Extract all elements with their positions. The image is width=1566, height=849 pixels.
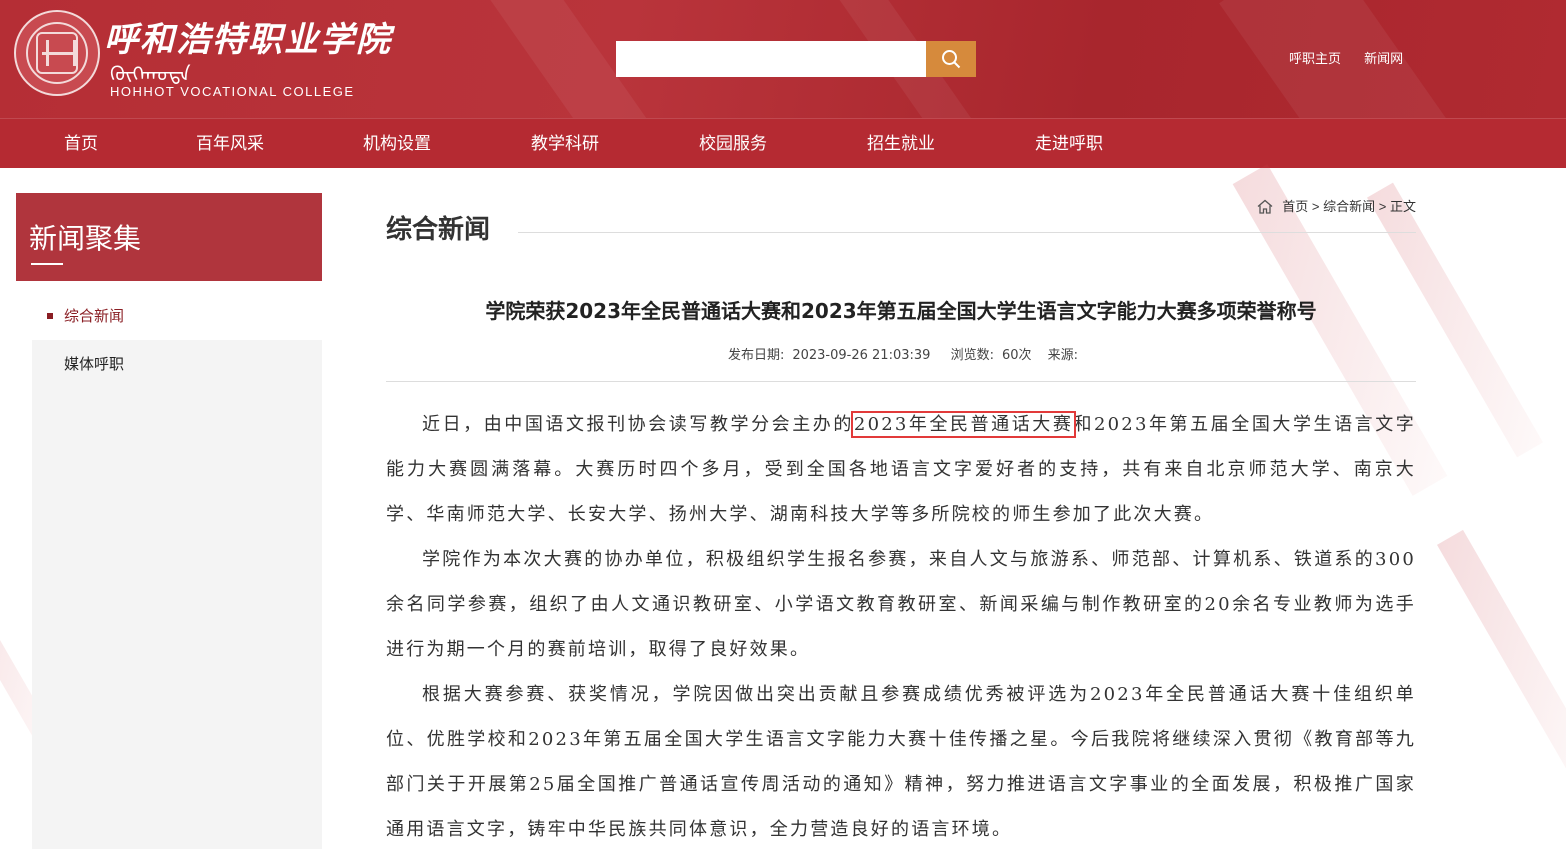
sidebar-item-media[interactable]: 媒体呼职 [32, 340, 322, 388]
article-paragraph: 根据大赛参赛、获奖情况，学院因做出突出贡献且参赛成绩优秀被评选为2023年全民普… [386, 684, 1416, 840]
search-button[interactable] [926, 41, 976, 77]
sidebar-item-general-news[interactable]: 综合新闻 [32, 292, 322, 340]
bg-decoration [1437, 529, 1566, 771]
nav-item-history[interactable]: 百年风采 [196, 119, 264, 169]
main-nav: 首页 百年风采 机构设置 教学科研 校园服务 招生就业 走进呼职 [0, 118, 1566, 168]
sidebar-item-label: 媒体呼职 [64, 355, 125, 373]
logo-name-mongolian: ᠬᠥᠬᠡᠬᠣᠲᠠ [110, 62, 191, 86]
paragraph-text: 近日，由中国语文报刊协会读写教学分会主办的 [422, 414, 854, 435]
site-header: 呼和浩特职业学院 ᠬᠥᠬᠡᠬᠣᠲᠠ HOHHOT VOCATIONAL COLL… [0, 0, 1566, 118]
link-news-site[interactable]: 新闻网 [1364, 51, 1403, 66]
breadcrumb-separator: > [1378, 199, 1387, 214]
highlighted-phrase: 2023年全民普通话大赛 [850, 411, 1077, 438]
breadcrumb-section[interactable]: 综合新闻 [1323, 199, 1375, 214]
sidebar-menu: 综合新闻 媒体呼职 [32, 292, 322, 388]
sidebar-header: 新闻聚集 [16, 193, 322, 281]
article-title: 学院荣获2023年全民普通话大赛和2023年第五届全国大学生语言文字能力大赛多项… [485, 299, 1317, 323]
sidebar-title-underline [31, 263, 63, 265]
article-body: 近日，由中国语文报刊协会读写教学分会主办的2023年全民普通话大赛和2023年第… [386, 402, 1416, 849]
breadcrumb-current: 正文 [1389, 199, 1416, 214]
search-icon [942, 50, 961, 69]
meta-source-label: 来源: [1047, 348, 1079, 363]
article-paragraph: 学院作为本次大赛的协办单位，积极组织学生报名参赛，来自人文与旅游系、师范部、计算… [386, 549, 1416, 660]
breadcrumb-home[interactable]: 首页 [1282, 199, 1308, 214]
article-meta: 发布日期: 2023-09-26 21:03:39 浏览数: 60次 来源: [386, 344, 1416, 363]
nav-item-campus-services[interactable]: 校园服务 [699, 119, 767, 169]
logo-name-en: HOHHOT VOCATIONAL COLLEGE [110, 84, 355, 99]
meta-divider [386, 381, 1416, 382]
college-seal-logo [14, 10, 100, 96]
section-title: 综合新闻 [386, 215, 491, 245]
meta-date: 2023-09-26 21:03:39 [792, 348, 931, 363]
active-marker [47, 313, 53, 319]
nav-item-admissions[interactable]: 招生就业 [867, 119, 935, 169]
breadcrumb: 首页 > 综合新闻 > 正文 [1257, 196, 1416, 217]
article-paragraph: 近日，由中国语文报刊协会读写教学分会主办的2023年全民普通话大赛和2023年第… [386, 402, 1416, 537]
search-input[interactable] [616, 41, 926, 77]
top-links: 呼职主页 新闻网 [1289, 48, 1421, 67]
nav-item-about[interactable]: 走进呼职 [1035, 119, 1103, 169]
home-icon [1257, 199, 1273, 217]
breadcrumb-separator: > [1311, 199, 1320, 214]
link-home-portal[interactable]: 呼职主页 [1289, 51, 1341, 66]
meta-date-label: 发布日期: [727, 348, 785, 363]
meta-views-label: 浏览数: [950, 348, 994, 363]
sidebar-item-label: 综合新闻 [64, 307, 125, 325]
meta-views: 60次 [1001, 348, 1032, 363]
section-divider [518, 232, 1416, 233]
nav-item-teaching[interactable]: 教学科研 [531, 119, 599, 169]
nav-item-home[interactable]: 首页 [64, 119, 98, 169]
college-logo[interactable]: 呼和浩特职业学院 ᠬᠥᠬᠡᠬᠣᠲᠠ HOHHOT VOCATIONAL COLL… [14, 8, 390, 108]
nav-item-organization[interactable]: 机构设置 [363, 119, 431, 169]
sidebar-title: 新闻聚集 [29, 222, 142, 255]
